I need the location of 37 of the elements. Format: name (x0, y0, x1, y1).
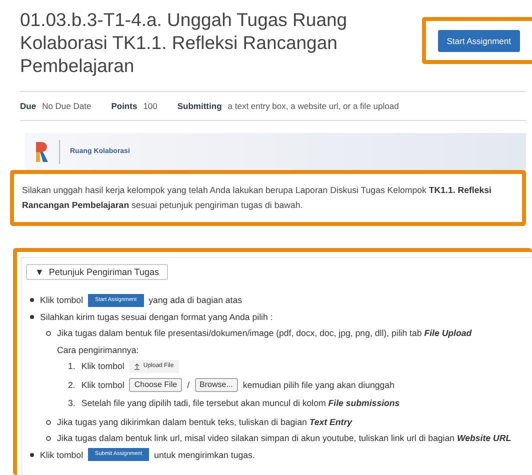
instruction-text: Jika tugas yang dikirimkan dalam bentuk teks, tuliskan di bagian Text Entry (57, 416, 352, 429)
instruction-text: Klik tombol (40, 448, 84, 462)
instruction-text: Jika tugas dalam bentuk file presentasi/dokumen/image (pdf, docx, doc, jpg, png, dll), pilih tab File Upload (57, 327, 472, 340)
instruction-text: kemudian pilih file yang akan diunggah (242, 378, 394, 392)
instruction-text: yang ada di bagian atas (148, 294, 242, 307)
bullet-icon (46, 331, 51, 336)
upload-icon (134, 362, 140, 370)
file-button-sample: Browse... (194, 378, 238, 392)
detail-value: 100 (143, 101, 158, 111)
assignment-title: 01.03.b.3-T1-4.a. Unggah Tugas Ruang Kolaborasi TK1.1. Refleksi Rancangan Pembelajaran (20, 8, 348, 77)
detail-label: Submitting (177, 101, 222, 111)
bullet-icon (30, 298, 34, 302)
file-button-sample: Choose File (129, 378, 182, 392)
bullet-icon (30, 452, 34, 456)
instruction-text: / (187, 378, 190, 392)
detail-label: Due (20, 101, 36, 111)
bullet-icon (46, 436, 51, 441)
instruction-text: Cara pengirimannya: (57, 344, 139, 354)
instruction-text: Silahkan kirim tugas sesuai dengan format yang Anda pilih : (40, 310, 273, 324)
step-number: 1. (68, 360, 76, 373)
bullet-icon (46, 420, 51, 424)
bullet-icon (30, 314, 34, 318)
start-assignment-button[interactable]: Start Assignment (438, 30, 520, 52)
detail-value: No Due Date (42, 101, 92, 111)
step-number: 2. (68, 378, 76, 392)
detail-value: a text entry box, a website url, or a file upload (228, 101, 399, 111)
intro-text: Silakan unggah hasil kerja kelompok yang telah Anda lakukan berupa Laporan Diskusi Tugas Kelompok TK1.1. Refleksi Rancangan Pembelajaran sesuai petunjuk pengiriman tugas di bawah. (10, 170, 526, 226)
logo-icon (35, 140, 49, 162)
instruction-text: Setelah file yang dipilih tadi, file tersebut akan muncul di kolom File submissions (81, 397, 400, 410)
step-number: 3. (68, 397, 76, 410)
instruction-text: Klik tombol (81, 360, 124, 373)
instruction-text: Klik tombol (40, 294, 84, 307)
detail-label: Points (111, 101, 138, 111)
instruction-text: Jika tugas dalam bentuk link url, misal video silakan simpan di akun youtube, tuliskan link url di bagian Website URL (57, 432, 512, 445)
instruction-text: untuk mengirimkan tugas. (154, 448, 255, 462)
instructions-toggle[interactable]: ▼ Petunjuk Pengiriman Tugas (26, 264, 168, 280)
instruction-text: Klik tombol (81, 378, 124, 392)
